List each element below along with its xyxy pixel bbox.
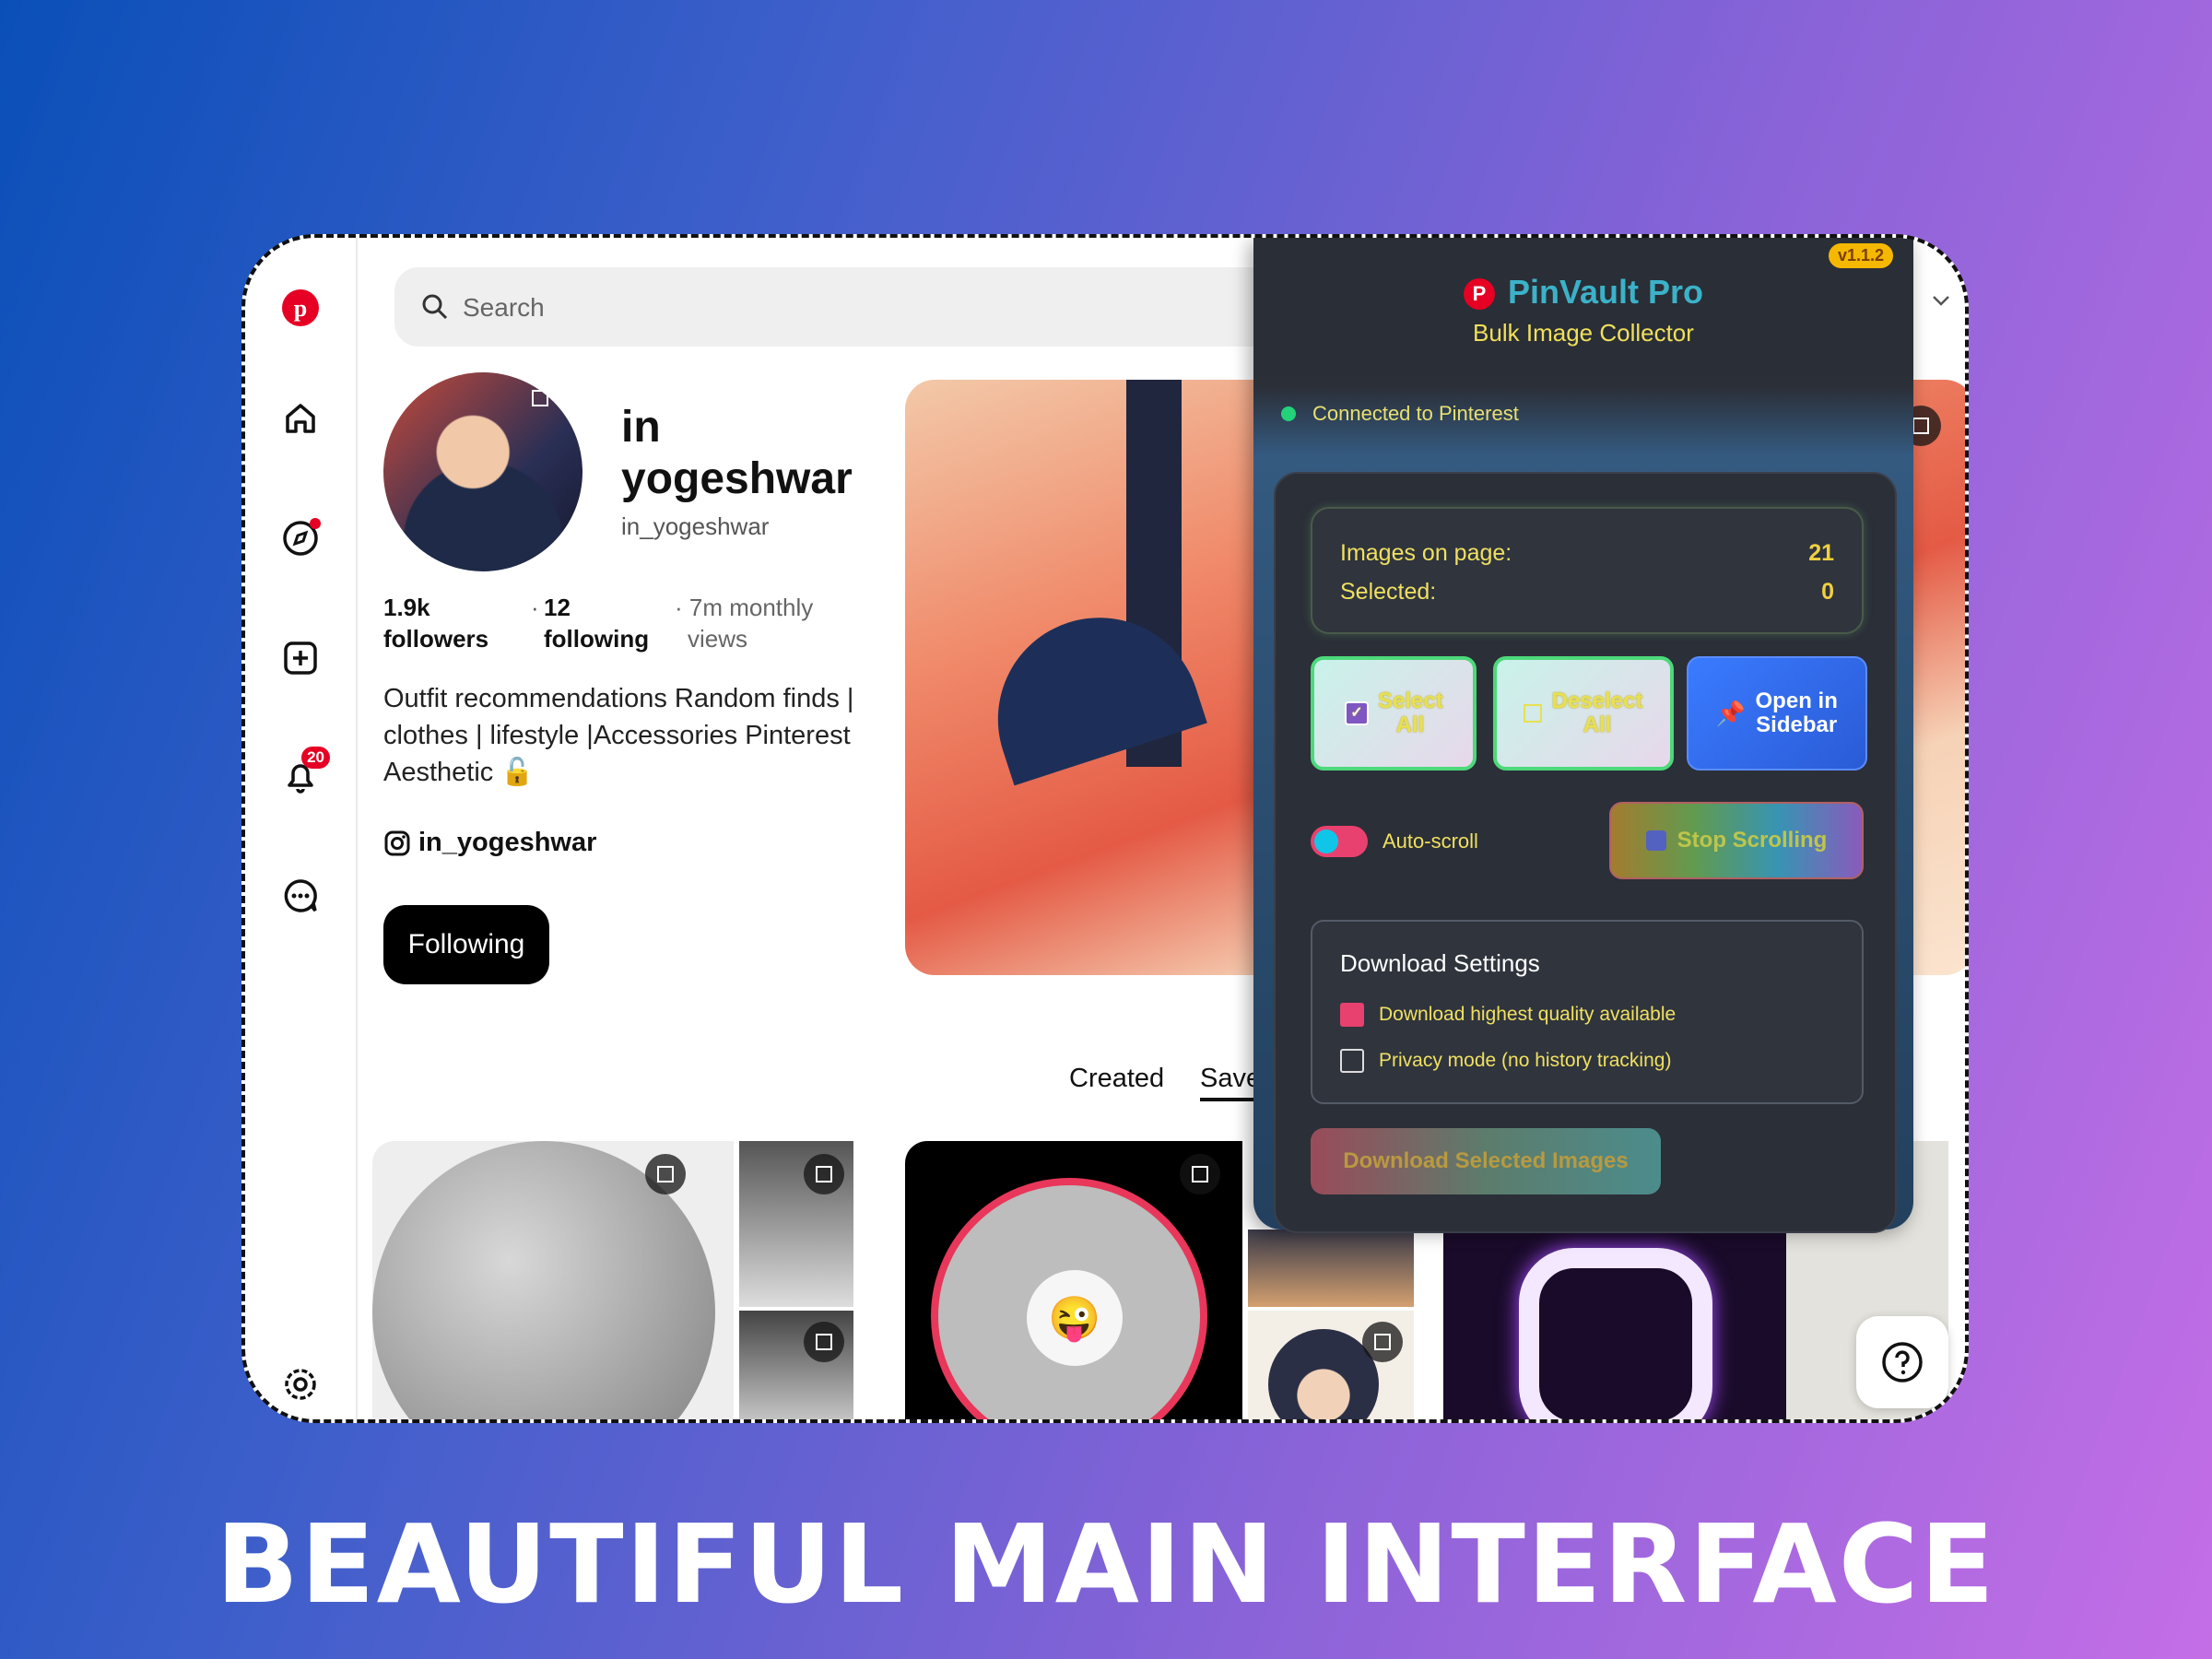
pinterest-logo-icon[interactable]: p xyxy=(278,286,323,330)
board-tile-small-3[interactable] xyxy=(1248,1230,1414,1307)
profile-handle: in_yogeshwar xyxy=(621,512,770,540)
followers-stat[interactable]: 1.9k followers xyxy=(383,592,488,654)
chevron-down-icon[interactable] xyxy=(1930,289,1952,312)
profile-bio: Outfit recommendations Random finds | cl… xyxy=(383,684,854,787)
left-rail: p 20 xyxy=(245,238,358,1419)
messages-icon[interactable] xyxy=(278,874,323,918)
stop-scrolling-button[interactable]: Stop Scrolling xyxy=(1609,802,1864,879)
deselect-all-button[interactable]: Deselect All xyxy=(1493,656,1674,771)
following-stat[interactable]: 12 following xyxy=(544,592,649,654)
panel-header: v1.1.2 P PinVault Pro Bulk Image Collecto… xyxy=(1253,238,1913,376)
profile-name-line1: in xyxy=(621,403,661,452)
instagram-link[interactable]: in_yogeshwar xyxy=(383,828,596,858)
monthly-views-line1: · 7m monthly xyxy=(675,594,814,621)
tab-saved[interactable]: Save xyxy=(1200,1064,1262,1101)
panel-body: Images on page: 21 Selected: 0 ✓ Select … xyxy=(1274,472,1897,1233)
panel-subtitle: Bulk Image Collector xyxy=(1473,319,1694,347)
select-all-label: Select All xyxy=(1378,688,1443,737)
notifications-bell-icon[interactable]: 20 xyxy=(278,747,330,798)
checkbox-checked-icon[interactable] xyxy=(1340,1003,1364,1027)
download-settings-card: Download Settings Download highest quali… xyxy=(1311,920,1864,1104)
download-settings-title: Download Settings xyxy=(1340,949,1540,977)
download-selected-button[interactable]: Download Selected Images xyxy=(1311,1128,1661,1194)
followers-count: 1.9k xyxy=(383,594,430,621)
explore-notification-dot xyxy=(310,518,321,529)
select-checkbox-icon[interactable] xyxy=(1362,1322,1403,1362)
smiley-face-icon: 😜 xyxy=(1027,1270,1123,1366)
pause-icon xyxy=(1645,830,1666,851)
select-all-button[interactable]: ✓ Select All xyxy=(1311,656,1477,771)
checkbox-checked-icon: ✓ xyxy=(1345,701,1369,725)
select-checkbox-icon[interactable] xyxy=(804,1322,844,1362)
images-on-page-value: 21 xyxy=(1808,540,1834,566)
instagram-handle: in_yogeshwar xyxy=(418,828,597,857)
option-privacy-mode-label: Privacy mode (no history tracking) xyxy=(1379,1050,1672,1071)
autoscroll-label: Auto-scroll xyxy=(1382,830,1478,853)
board-tile-small-1[interactable] xyxy=(739,1141,853,1307)
monthly-views-line2: views xyxy=(688,625,748,653)
deselect-all-label: Deselect All xyxy=(1551,688,1643,737)
select-checkbox-icon[interactable] xyxy=(804,1154,844,1194)
promo-headline: BEAUTIFUL MAIN INTERFACE xyxy=(216,1500,1996,1628)
following-count: 12 xyxy=(544,594,571,621)
tab-created[interactable]: Created xyxy=(1069,1064,1164,1094)
board-tile-smiley[interactable]: 😜 xyxy=(905,1141,1242,1419)
profile-name-line2: yogeshwar xyxy=(621,454,853,503)
board-tile-couple[interactable] xyxy=(372,1141,734,1419)
selected-value: 0 xyxy=(1821,579,1834,605)
toggle-knob xyxy=(1314,830,1338,853)
selected-label: Selected: xyxy=(1340,579,1437,605)
explore-compass-icon[interactable] xyxy=(278,516,323,560)
home-icon[interactable] xyxy=(278,396,323,441)
notification-count-badge: 20 xyxy=(301,747,330,769)
open-in-sidebar-button[interactable]: 📌 Open in Sidebar xyxy=(1687,656,1867,771)
pushpin-icon: 📌 xyxy=(1715,700,1747,727)
image-counts-card: Images on page: 21 Selected: 0 xyxy=(1311,507,1864,634)
settings-gear-icon[interactable] xyxy=(278,1362,323,1406)
connection-status: Connected to Pinterest xyxy=(1281,402,1519,426)
help-question-icon xyxy=(1882,1342,1923,1382)
followers-label: followers xyxy=(383,625,489,653)
create-plus-icon[interactable] xyxy=(278,636,323,680)
checkbox-empty-icon[interactable] xyxy=(1340,1049,1364,1073)
open-in-sidebar-label: Open in Sidebar xyxy=(1755,688,1838,737)
following-button[interactable]: Following xyxy=(383,905,549,984)
option-highest-quality-label: Download highest quality available xyxy=(1379,1004,1677,1025)
instagram-neon-icon xyxy=(1519,1248,1712,1419)
stop-scrolling-label: Stop Scrolling xyxy=(1677,828,1828,853)
version-badge: v1.1.2 xyxy=(1828,243,1893,268)
instagram-icon xyxy=(384,830,410,855)
option-highest-quality[interactable]: Download highest quality available xyxy=(1340,1003,1676,1027)
autoscroll-toggle[interactable] xyxy=(1311,826,1368,857)
checkbox-empty-icon xyxy=(1524,704,1542,723)
board-tile-small-2[interactable] xyxy=(739,1311,853,1419)
select-checkbox-icon[interactable] xyxy=(1180,1154,1220,1194)
select-checkbox-icon[interactable] xyxy=(522,380,559,417)
images-on-page-row: Images on page: 21 xyxy=(1340,540,1834,567)
status-dot-icon xyxy=(1281,406,1296,421)
pinterest-pin-icon: P xyxy=(1463,278,1495,311)
board-tile-anime-boy[interactable] xyxy=(1248,1311,1414,1419)
option-privacy-mode[interactable]: Privacy mode (no history tracking) xyxy=(1340,1049,1671,1073)
pinvault-panel: v1.1.2 P PinVault Pro Bulk Image Collecto… xyxy=(1253,238,1913,1233)
select-checkbox-icon[interactable] xyxy=(645,1154,686,1194)
help-button[interactable] xyxy=(1856,1316,1948,1408)
search-icon xyxy=(422,294,448,320)
app-window: p 20 in yogeshwar in_yo xyxy=(241,234,1969,1423)
following-label: following xyxy=(544,625,650,653)
profile-name: in yogeshwar xyxy=(621,402,853,505)
stat-separator-dot: · xyxy=(531,594,539,621)
search-input[interactable] xyxy=(461,284,1294,332)
monthly-views-stat: · 7m monthly views xyxy=(675,592,813,654)
svg-text:p: p xyxy=(294,295,307,322)
panel-title: P PinVault Pro xyxy=(1253,273,1913,312)
board-tile-instagram-neon[interactable] xyxy=(1443,1230,1786,1419)
images-on-page-label: Images on page: xyxy=(1340,540,1512,566)
selected-row: Selected: 0 xyxy=(1340,579,1834,606)
panel-title-text: PinVault Pro xyxy=(1507,273,1704,311)
connection-status-text: Connected to Pinterest xyxy=(1312,402,1519,425)
avatar[interactable] xyxy=(383,372,582,571)
